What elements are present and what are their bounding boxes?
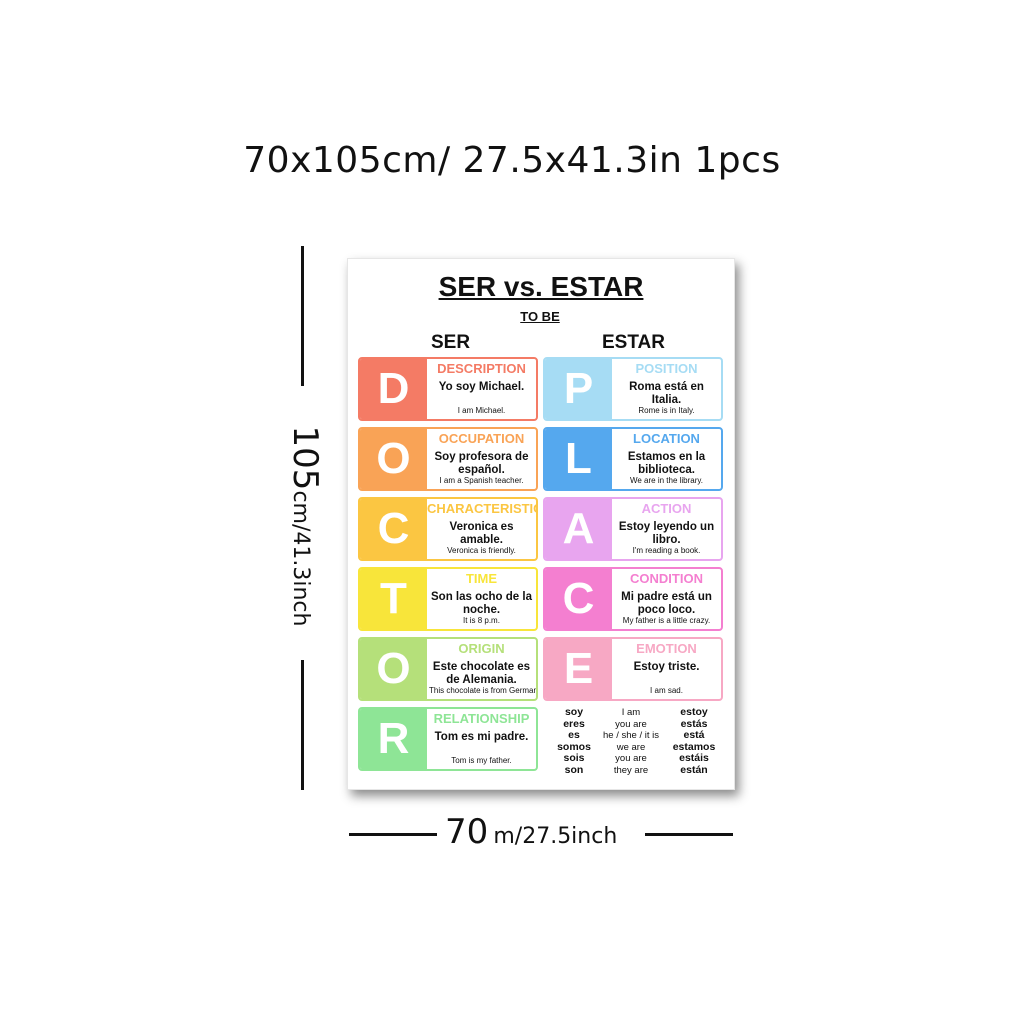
conjugation-english-form: they are xyxy=(613,764,649,776)
estar-card: A ACTION Estoy leyendo un libro. I'm readin… xyxy=(543,497,723,561)
conjugation-english-form: he / she / it is xyxy=(603,730,659,742)
estar-card-info: LOCATION Estamos en la biblioteca. We are … xyxy=(612,429,721,489)
height-value: 105 xyxy=(285,425,325,491)
ser-card-label: ORIGIN xyxy=(458,641,505,656)
estar-card-info: ACTION Estoy leyendo un libro. I'm reading… xyxy=(612,499,721,559)
estar-card-label: ACTION xyxy=(641,501,692,516)
height-dimension-label: 105cm/41.3inch xyxy=(285,401,325,651)
conjugation-ser-form: soy xyxy=(564,706,584,718)
estar-card: C CONDITION Mi padre está un poco loco. My … xyxy=(543,567,723,631)
width-dimension-label: 70 m/27.5inch xyxy=(445,812,640,852)
conjugation-estar-form: estoy xyxy=(680,706,708,718)
ser-card-info: ORIGIN Este chocolate es de Alemania. This… xyxy=(427,639,536,699)
estar-letter-block: C xyxy=(545,569,612,629)
ser-letter-block: O xyxy=(360,639,427,699)
height-unit: cm/41.3inch xyxy=(288,490,313,627)
product-size-title: 70x105cm/ 27.5x41.3in 1pcs xyxy=(243,140,781,181)
estar-card-translation: Rome is in Italy. xyxy=(638,406,695,415)
ser-card-translation: It is 8 p.m. xyxy=(463,616,500,625)
conjugation-english-form: we are xyxy=(616,741,646,753)
ser-card-translation: Veronica is friendly. xyxy=(447,546,516,555)
poster-subtitle: TO BE xyxy=(520,309,560,324)
ser-letter-block: O xyxy=(360,429,427,489)
ser-card-sentence: Yo soy Michael. xyxy=(438,381,525,393)
estar-card-label: CONDITION xyxy=(630,571,703,586)
ser-card-translation: This chocolate is from Germany. xyxy=(429,686,538,695)
ser-heading: SER xyxy=(431,332,471,353)
height-dimension-line-top xyxy=(301,246,304,386)
conjugation-english-form: you are xyxy=(615,753,647,765)
estar-letter-block: P xyxy=(545,359,612,419)
width-unit: m/27.5inch xyxy=(493,824,618,849)
estar-card: P POSITION Roma está en Italia. Rome is in … xyxy=(543,357,723,421)
ser-card: D DESCRIPTION Yo soy Michael. I am Michael. xyxy=(358,357,538,421)
ser-card-info: OCCUPATION Soy profesora de español. I am … xyxy=(427,429,536,489)
ser-card-info: DESCRIPTION Yo soy Michael. I am Michael. xyxy=(427,359,536,419)
ser-card-info: RELATIONSHIP Tom es mi padre. Tom is my fa… xyxy=(427,709,536,769)
conjugation-table: soy eres es somos sois son I am you are he / sh… xyxy=(546,706,726,777)
ser-card-label: OCCUPATION xyxy=(438,431,525,446)
estar-card-info: CONDITION Mi padre está un poco loco. My f… xyxy=(612,569,721,629)
ser-card-translation: Tom is my father. xyxy=(451,756,512,765)
estar-card-label: EMOTION xyxy=(636,641,697,656)
estar-letter-block: L xyxy=(545,429,612,489)
ser-card-label: TIME xyxy=(465,571,498,586)
estar-card-sentence: Estoy leyendo un libro. xyxy=(618,521,715,546)
conjugation-estar-form: están xyxy=(680,763,708,776)
ser-card-sentence: Veronica es amable. xyxy=(449,521,514,546)
ser-card-info: TIME Son las ocho de la noche. It is 8 p.m… xyxy=(427,569,536,629)
conjugation-english-column: I am you are he / she / it is we are you are… xyxy=(598,707,664,777)
estar-card: E EMOTION Estoy triste. I am sad. xyxy=(543,637,723,701)
estar-card-translation: My father is a little crazy. xyxy=(622,616,711,625)
estar-card-sentence: Estoy triste. xyxy=(633,661,700,673)
conjugation-estar-column: estoy estás está estamos estáis están xyxy=(662,706,726,777)
conjugation-english-form: you are xyxy=(615,718,647,730)
estar-card-info: EMOTION Estoy triste. I am sad. xyxy=(612,639,721,699)
ser-card-label: DESCRIPTION xyxy=(437,361,526,376)
ser-card-label: RELATIONSHIP xyxy=(433,711,530,726)
estar-card-sentence: Estamos en la biblioteca. xyxy=(627,451,706,476)
ser-card-translation: I am a Spanish teacher. xyxy=(439,476,524,485)
estar-card-label: LOCATION xyxy=(633,431,700,446)
height-dimension-line-bottom xyxy=(301,660,304,790)
estar-card-sentence: Roma está en Italia. xyxy=(629,381,704,406)
ser-card-translation: I am Michael. xyxy=(457,406,506,415)
ser-letter-block: R xyxy=(360,709,427,769)
width-value: 70 xyxy=(445,812,489,852)
ser-card: T TIME Son las ocho de la noche. It is 8 p.… xyxy=(358,567,538,631)
ser-letter-block: T xyxy=(360,569,427,629)
estar-card-sentence: Mi padre está un poco loco. xyxy=(621,591,712,616)
estar-card-translation: We are in the library. xyxy=(629,476,704,485)
conjugation-ser-column: soy eres es somos sois son xyxy=(548,706,600,777)
ser-card-sentence: Soy profesora de español. xyxy=(434,451,529,476)
ser-card: O ORIGIN Este chocolate es de Alemania. Thi… xyxy=(358,637,538,701)
ser-card-label: CHARACTERISTIC xyxy=(427,501,538,516)
ser-card: C CHARACTERISTIC Veronica es amable. Veroni… xyxy=(358,497,538,561)
width-dimension-line-right xyxy=(645,833,733,836)
estar-card-translation: I'm reading a book. xyxy=(632,546,701,555)
estar-card-label: POSITION xyxy=(635,361,698,376)
estar-card: L LOCATION Estamos en la biblioteca. We are… xyxy=(543,427,723,491)
poster: SER vs. ESTAR TO BE SER ESTAR D DESCRIPTI… xyxy=(347,258,735,790)
ser-card: O OCCUPATION Soy profesora de español. I am… xyxy=(358,427,538,491)
ser-letter-block: C xyxy=(360,499,427,559)
ser-card: R RELATIONSHIP Tom es mi padre. Tom is my f… xyxy=(358,707,538,771)
estar-card-translation: I am sad. xyxy=(650,686,683,695)
ser-letter-block: D xyxy=(360,359,427,419)
estar-letter-block: E xyxy=(545,639,612,699)
conjugation-ser-form: son xyxy=(564,763,584,776)
ser-card-info: CHARACTERISTIC Veronica es amable. Veronic… xyxy=(427,499,536,559)
width-dimension-line-left xyxy=(349,833,437,836)
estar-heading: ESTAR xyxy=(602,332,665,353)
ser-card-sentence: Tom es mi padre. xyxy=(434,731,529,743)
ser-card-sentence: Este chocolate es de Alemania. xyxy=(432,661,531,686)
ser-card-sentence: Son las ocho de la noche. xyxy=(431,591,532,616)
estar-card-info: POSITION Roma está en Italia. Rome is in I… xyxy=(612,359,721,419)
estar-letter-block: A xyxy=(545,499,612,559)
conjugation-english-form: I am xyxy=(621,707,641,718)
poster-title: SER vs. ESTAR xyxy=(438,271,644,302)
